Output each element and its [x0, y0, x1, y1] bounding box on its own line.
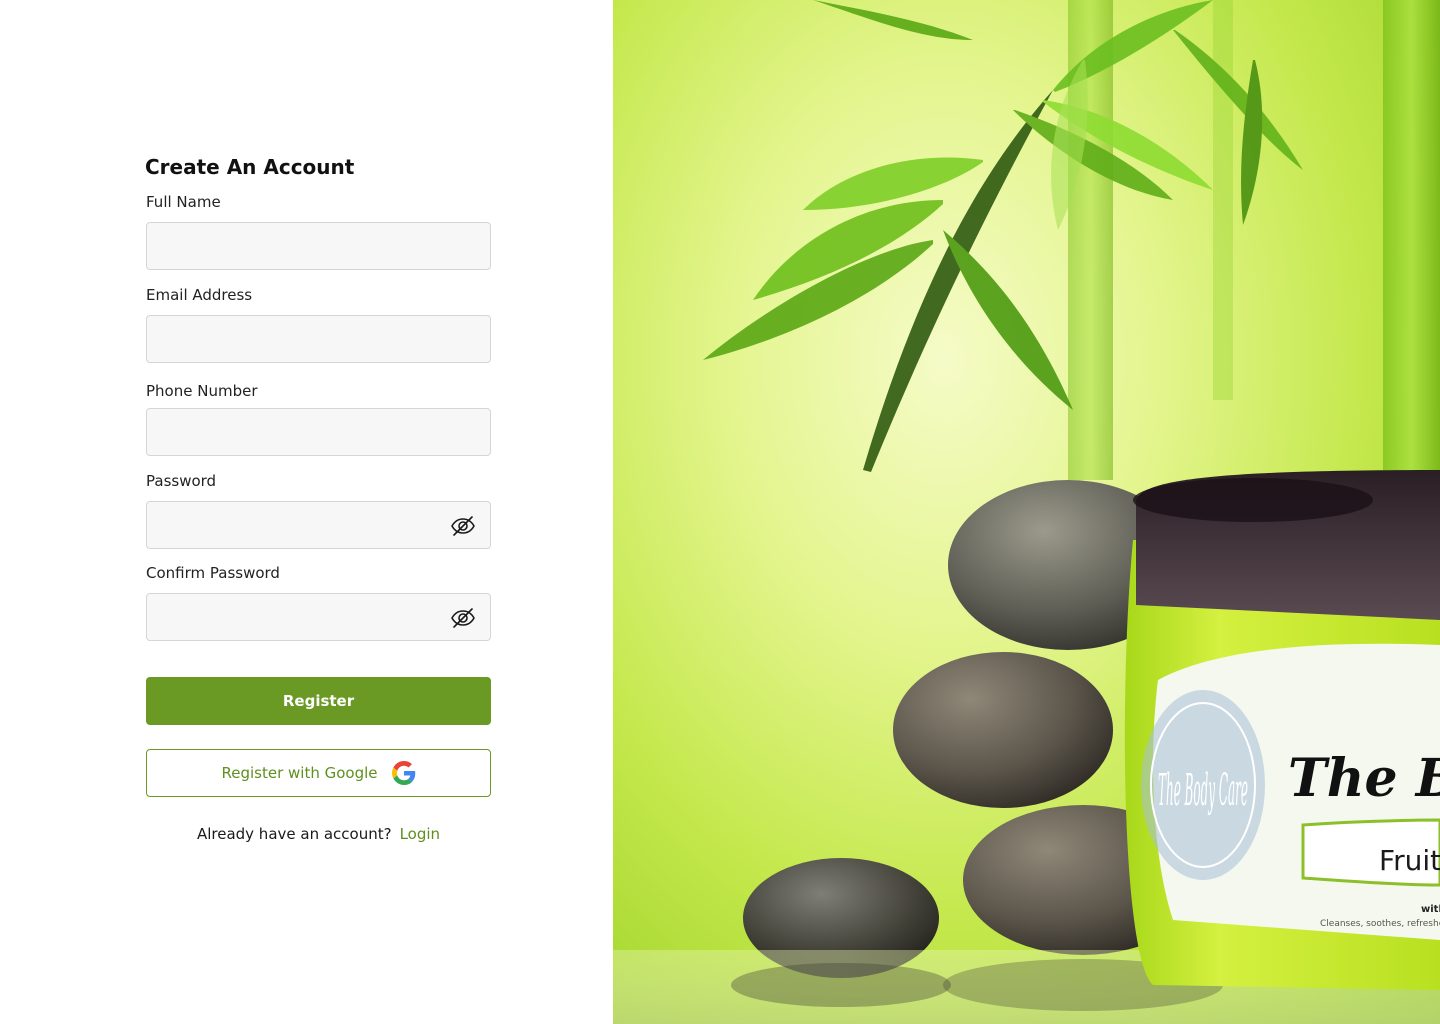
- confirm-password-label: Confirm Password: [146, 564, 280, 582]
- phone-field[interactable]: [146, 408, 491, 456]
- email-field[interactable]: [146, 315, 491, 363]
- product-subtitle: Fruit F: [1379, 844, 1440, 877]
- confirm-password-field[interactable]: [146, 593, 491, 641]
- product-side-text: with Fr: [1421, 904, 1440, 915]
- hero-image: The Body Care Fruit F The Bo with Fr Cle…: [613, 0, 1440, 1024]
- form-panel: Create An Account Full Name Email Addres…: [0, 0, 613, 1024]
- eye-off-icon[interactable]: [450, 606, 476, 630]
- register-button[interactable]: Register: [146, 677, 491, 725]
- register-page: Create An Account Full Name Email Addres…: [0, 0, 1440, 1024]
- register-with-google-button[interactable]: Register with Google: [146, 749, 491, 797]
- email-label: Email Address: [146, 286, 253, 304]
- phone-label: Phone Number: [146, 382, 258, 400]
- confirm-password-input[interactable]: [147, 594, 490, 640]
- full-name-label: Full Name: [146, 193, 221, 211]
- login-link[interactable]: Login: [400, 825, 440, 843]
- password-input[interactable]: [147, 502, 490, 548]
- spa-product-illustration: The Body Care Fruit F The Bo with Fr Cle…: [613, 0, 1440, 1024]
- password-field[interactable]: [146, 501, 491, 549]
- eye-off-icon[interactable]: [450, 514, 476, 538]
- login-prompt-row: Already have an account? Login: [146, 825, 491, 843]
- phone-input[interactable]: [147, 409, 490, 455]
- product-brand-title: The Bo: [1288, 748, 1440, 809]
- product-tagline: Cleanses, soothes, refreshes and: [1320, 919, 1440, 929]
- page-title: Create An Account: [145, 155, 355, 179]
- email-input[interactable]: [147, 316, 490, 362]
- google-icon: [391, 761, 415, 785]
- login-prompt-text: Already have an account?: [196, 825, 392, 843]
- brand-logo: The Body Care: [1158, 765, 1248, 816]
- password-label: Password: [146, 472, 217, 490]
- full-name-input[interactable]: [147, 223, 490, 269]
- register-with-google-label: Register with Google: [221, 764, 378, 782]
- full-name-field[interactable]: [146, 222, 491, 270]
